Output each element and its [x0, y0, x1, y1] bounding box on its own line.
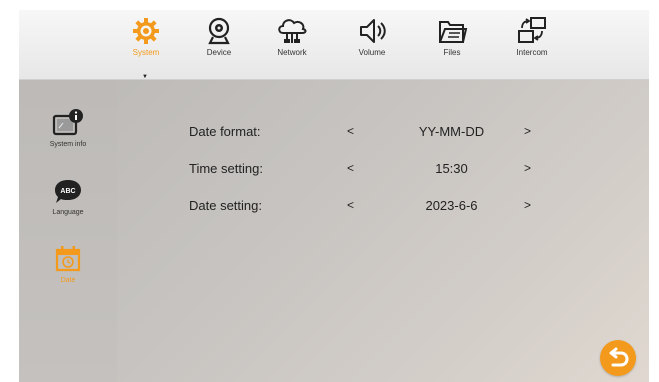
tab-network-label: Network: [277, 48, 307, 57]
tab-device-label: Device: [206, 48, 232, 57]
svg-text:ABC: ABC: [60, 188, 75, 195]
language-icon: ABC: [55, 180, 81, 203]
system-info-icon: [52, 109, 83, 136]
sidebar-item-label: System info: [49, 141, 87, 148]
sidebar-item-label: Language: [52, 209, 84, 216]
date-format-value: YY-MM-DD: [418, 124, 485, 139]
time-setting-value: 15:30: [435, 161, 468, 176]
time-setting-label: Time setting:: [189, 161, 263, 176]
intercom-icon: [518, 17, 546, 43]
tab-files-label: Files: [443, 48, 461, 57]
tab-files[interactable]: Files: [417, 16, 487, 78]
sidebar-item-language[interactable]: ABC Language: [19, 176, 117, 236]
tab-volume-label: Volume: [358, 48, 386, 57]
date-setting-next-button[interactable]: >: [524, 198, 531, 212]
tab-intercom-label: Intercom: [516, 48, 548, 57]
date-setting-prev-button[interactable]: <: [347, 198, 354, 212]
time-setting-next-button[interactable]: >: [524, 161, 531, 175]
sidebar-item-date[interactable]: Date: [19, 244, 117, 304]
back-arrow-icon: [609, 347, 629, 367]
sidebar: System info ABC Language Date: [19, 80, 117, 382]
tab-volume[interactable]: Volume: [337, 16, 407, 78]
date-setting-row: Date setting: < 2023-6-6 >: [189, 198, 589, 218]
calendar-icon: [55, 246, 81, 272]
sidebar-item-label: Date: [60, 277, 76, 284]
back-button[interactable]: [600, 340, 636, 376]
cloud-network-icon: [278, 19, 307, 43]
tab-device[interactable]: Device: [184, 16, 254, 78]
tab-system[interactable]: System ▼: [111, 16, 181, 80]
top-nav-bar: System ▼ Device Network Volume Files Int…: [19, 10, 649, 80]
date-format-prev-button[interactable]: <: [347, 124, 354, 138]
tab-system-label: System: [132, 48, 160, 57]
date-setting-label: Date setting:: [189, 198, 262, 213]
time-setting-row: Time setting: < 15:30 >: [189, 161, 589, 181]
tab-intercom[interactable]: Intercom: [497, 16, 567, 78]
speaker-icon: [360, 19, 386, 43]
gear-icon: [133, 18, 159, 44]
webcam-icon: [208, 17, 230, 45]
date-format-row: Date format: < YY-MM-DD >: [189, 124, 589, 144]
device-screen: System ▼ Device Network Volume Files Int…: [19, 10, 649, 382]
sidebar-item-system-info[interactable]: System info: [19, 108, 117, 168]
folder-icon: [439, 21, 468, 43]
active-tab-caret: ▼: [142, 74, 148, 80]
time-setting-prev-button[interactable]: <: [347, 161, 354, 175]
date-format-next-button[interactable]: >: [524, 124, 531, 138]
tab-network[interactable]: Network: [257, 16, 327, 78]
date-setting-value: 2023-6-6: [425, 198, 478, 213]
date-format-label: Date format:: [189, 124, 261, 139]
